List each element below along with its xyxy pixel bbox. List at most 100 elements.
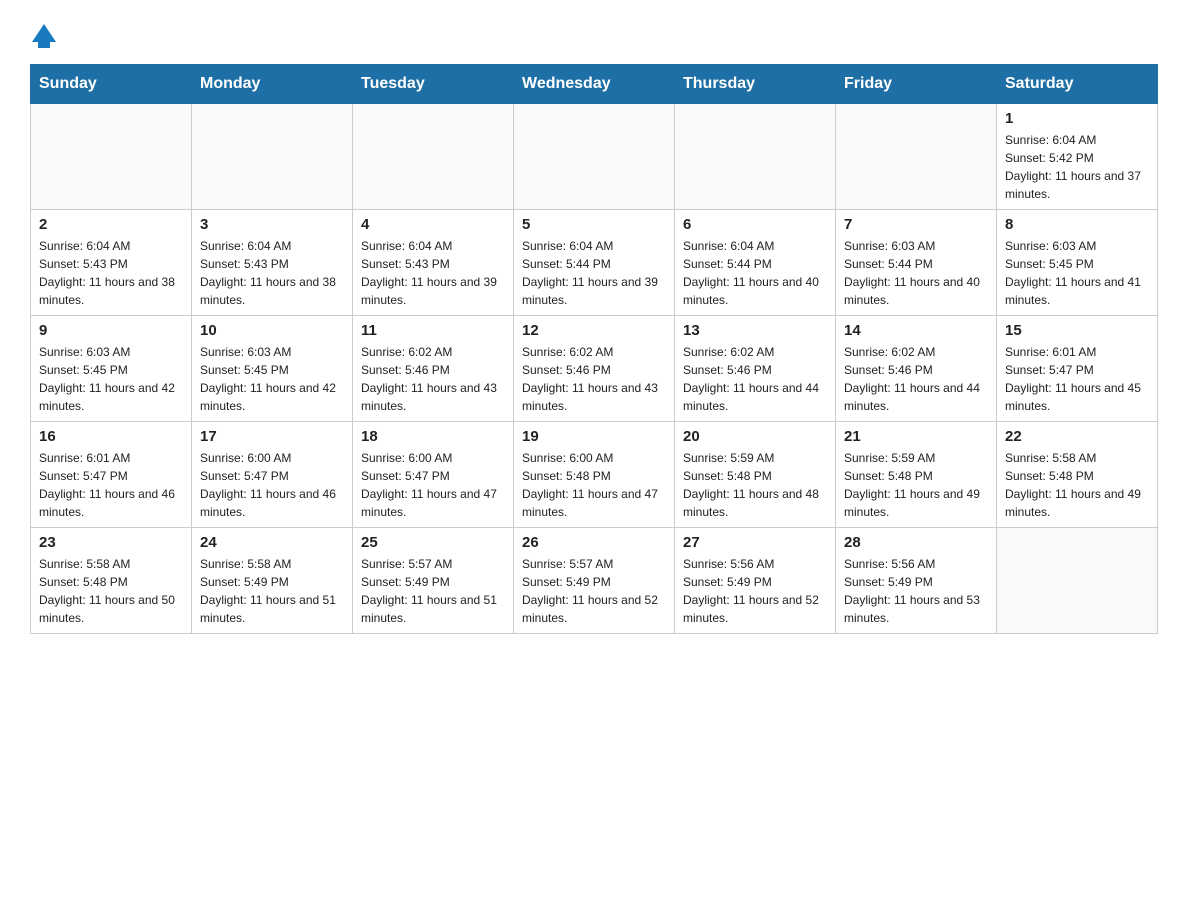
day-number: 13: [683, 322, 827, 339]
day-number: 28: [844, 534, 988, 551]
calendar-cell: 13 Sunrise: 6:02 AM Sunset: 5:46 PM Dayli…: [675, 316, 836, 422]
calendar-week-row: 23 Sunrise: 5:58 AM Sunset: 5:48 PM Dayli…: [31, 528, 1158, 634]
header-monday: Monday: [192, 65, 353, 104]
day-info: Sunrise: 6:03 AM Sunset: 5:44 PM Dayligh…: [844, 237, 988, 309]
calendar-week-row: 16 Sunrise: 6:01 AM Sunset: 5:47 PM Dayli…: [31, 422, 1158, 528]
calendar-cell: 9 Sunrise: 6:03 AM Sunset: 5:45 PM Daylig…: [31, 316, 192, 422]
day-number: 27: [683, 534, 827, 551]
day-number: 22: [1005, 428, 1149, 445]
day-number: 6: [683, 216, 827, 233]
calendar-cell: 12 Sunrise: 6:02 AM Sunset: 5:46 PM Dayli…: [514, 316, 675, 422]
calendar-cell: [192, 104, 353, 210]
calendar-cell: 2 Sunrise: 6:04 AM Sunset: 5:43 PM Daylig…: [31, 210, 192, 316]
calendar-table: SundayMondayTuesdayWednesdayThursdayFrid…: [30, 64, 1158, 634]
calendar-cell: 15 Sunrise: 6:01 AM Sunset: 5:47 PM Dayli…: [997, 316, 1158, 422]
day-info: Sunrise: 5:58 AM Sunset: 5:48 PM Dayligh…: [39, 555, 183, 627]
calendar-week-row: 2 Sunrise: 6:04 AM Sunset: 5:43 PM Daylig…: [31, 210, 1158, 316]
calendar-cell: 21 Sunrise: 5:59 AM Sunset: 5:48 PM Dayli…: [836, 422, 997, 528]
day-info: Sunrise: 6:03 AM Sunset: 5:45 PM Dayligh…: [200, 343, 344, 415]
calendar-cell: [514, 104, 675, 210]
calendar-cell: 16 Sunrise: 6:01 AM Sunset: 5:47 PM Dayli…: [31, 422, 192, 528]
calendar-cell: 7 Sunrise: 6:03 AM Sunset: 5:44 PM Daylig…: [836, 210, 997, 316]
day-info: Sunrise: 6:00 AM Sunset: 5:48 PM Dayligh…: [522, 449, 666, 521]
day-info: Sunrise: 6:03 AM Sunset: 5:45 PM Dayligh…: [1005, 237, 1149, 309]
calendar-cell: 17 Sunrise: 6:00 AM Sunset: 5:47 PM Dayli…: [192, 422, 353, 528]
logo-icon: [30, 20, 58, 48]
day-info: Sunrise: 6:00 AM Sunset: 5:47 PM Dayligh…: [361, 449, 505, 521]
day-info: Sunrise: 6:04 AM Sunset: 5:42 PM Dayligh…: [1005, 131, 1149, 203]
calendar-cell: 4Sunrise: 6:04 AM Sunset: 5:43 PM Daylig…: [353, 210, 514, 316]
calendar-cell: [31, 104, 192, 210]
calendar-cell: 23 Sunrise: 5:58 AM Sunset: 5:48 PM Dayli…: [31, 528, 192, 634]
calendar-cell: 6 Sunrise: 6:04 AM Sunset: 5:44 PM Daylig…: [675, 210, 836, 316]
day-number: 12: [522, 322, 666, 339]
day-number: 7: [844, 216, 988, 233]
day-info: Sunrise: 5:58 AM Sunset: 5:49 PM Dayligh…: [200, 555, 344, 627]
calendar-cell: 28 Sunrise: 5:56 AM Sunset: 5:49 PM Dayli…: [836, 528, 997, 634]
day-info: Sunrise: 6:00 AM Sunset: 5:47 PM Dayligh…: [200, 449, 344, 521]
day-number: 24: [200, 534, 344, 551]
calendar-cell: 1Sunrise: 6:04 AM Sunset: 5:42 PM Daylig…: [997, 104, 1158, 210]
day-info: Sunrise: 6:04 AM Sunset: 5:43 PM Dayligh…: [361, 237, 505, 309]
header-sunday: Sunday: [31, 65, 192, 104]
day-info: Sunrise: 6:04 AM Sunset: 5:43 PM Dayligh…: [200, 237, 344, 309]
day-info: Sunrise: 6:01 AM Sunset: 5:47 PM Dayligh…: [1005, 343, 1149, 415]
header-wednesday: Wednesday: [514, 65, 675, 104]
day-info: Sunrise: 6:04 AM Sunset: 5:44 PM Dayligh…: [683, 237, 827, 309]
calendar-cell: 26 Sunrise: 5:57 AM Sunset: 5:49 PM Dayli…: [514, 528, 675, 634]
calendar-cell: 22 Sunrise: 5:58 AM Sunset: 5:48 PM Dayli…: [997, 422, 1158, 528]
day-info: Sunrise: 5:56 AM Sunset: 5:49 PM Dayligh…: [844, 555, 988, 627]
calendar-cell: 18 Sunrise: 6:00 AM Sunset: 5:47 PM Dayli…: [353, 422, 514, 528]
day-number: 23: [39, 534, 183, 551]
header-thursday: Thursday: [675, 65, 836, 104]
day-info: Sunrise: 5:59 AM Sunset: 5:48 PM Dayligh…: [683, 449, 827, 521]
day-number: 2: [39, 216, 183, 233]
calendar-cell: 3Sunrise: 6:04 AM Sunset: 5:43 PM Daylig…: [192, 210, 353, 316]
day-info: Sunrise: 5:59 AM Sunset: 5:48 PM Dayligh…: [844, 449, 988, 521]
day-info: Sunrise: 5:57 AM Sunset: 5:49 PM Dayligh…: [361, 555, 505, 627]
day-info: Sunrise: 5:58 AM Sunset: 5:48 PM Dayligh…: [1005, 449, 1149, 521]
day-number: 26: [522, 534, 666, 551]
day-number: 21: [844, 428, 988, 445]
calendar-cell: 20 Sunrise: 5:59 AM Sunset: 5:48 PM Dayli…: [675, 422, 836, 528]
calendar-cell: 19 Sunrise: 6:00 AM Sunset: 5:48 PM Dayli…: [514, 422, 675, 528]
header-tuesday: Tuesday: [353, 65, 514, 104]
day-number: 9: [39, 322, 183, 339]
day-info: Sunrise: 6:02 AM Sunset: 5:46 PM Dayligh…: [522, 343, 666, 415]
calendar-week-row: 9 Sunrise: 6:03 AM Sunset: 5:45 PM Daylig…: [31, 316, 1158, 422]
day-number: 10: [200, 322, 344, 339]
calendar-week-row: 1Sunrise: 6:04 AM Sunset: 5:42 PM Daylig…: [31, 104, 1158, 210]
header-saturday: Saturday: [997, 65, 1158, 104]
day-number: 5: [522, 216, 666, 233]
day-info: Sunrise: 5:56 AM Sunset: 5:49 PM Dayligh…: [683, 555, 827, 627]
day-number: 18: [361, 428, 505, 445]
calendar-cell: 25 Sunrise: 5:57 AM Sunset: 5:49 PM Dayli…: [353, 528, 514, 634]
day-info: Sunrise: 5:57 AM Sunset: 5:49 PM Dayligh…: [522, 555, 666, 627]
day-number: 14: [844, 322, 988, 339]
calendar-cell: 10 Sunrise: 6:03 AM Sunset: 5:45 PM Dayli…: [192, 316, 353, 422]
calendar-cell: [353, 104, 514, 210]
day-info: Sunrise: 6:04 AM Sunset: 5:43 PM Dayligh…: [39, 237, 183, 309]
day-number: 16: [39, 428, 183, 445]
day-number: 25: [361, 534, 505, 551]
page-header: [30, 20, 1158, 48]
calendar-cell: 11 Sunrise: 6:02 AM Sunset: 5:46 PM Dayli…: [353, 316, 514, 422]
calendar-cell: [675, 104, 836, 210]
calendar-header-row: SundayMondayTuesdayWednesdayThursdayFrid…: [31, 65, 1158, 104]
day-info: Sunrise: 6:02 AM Sunset: 5:46 PM Dayligh…: [361, 343, 505, 415]
day-number: 19: [522, 428, 666, 445]
day-info: Sunrise: 6:01 AM Sunset: 5:47 PM Dayligh…: [39, 449, 183, 521]
day-number: 8: [1005, 216, 1149, 233]
calendar-cell: 27 Sunrise: 5:56 AM Sunset: 5:49 PM Dayli…: [675, 528, 836, 634]
day-number: 11: [361, 322, 505, 339]
day-number: 15: [1005, 322, 1149, 339]
day-info: Sunrise: 6:02 AM Sunset: 5:46 PM Dayligh…: [683, 343, 827, 415]
header-friday: Friday: [836, 65, 997, 104]
day-number: 20: [683, 428, 827, 445]
logo: [30, 20, 58, 48]
calendar-cell: 14Sunrise: 6:02 AM Sunset: 5:46 PM Dayli…: [836, 316, 997, 422]
day-info: Sunrise: 6:03 AM Sunset: 5:45 PM Dayligh…: [39, 343, 183, 415]
day-number: 17: [200, 428, 344, 445]
day-info: Sunrise: 6:04 AM Sunset: 5:44 PM Dayligh…: [522, 237, 666, 309]
calendar-cell: [836, 104, 997, 210]
